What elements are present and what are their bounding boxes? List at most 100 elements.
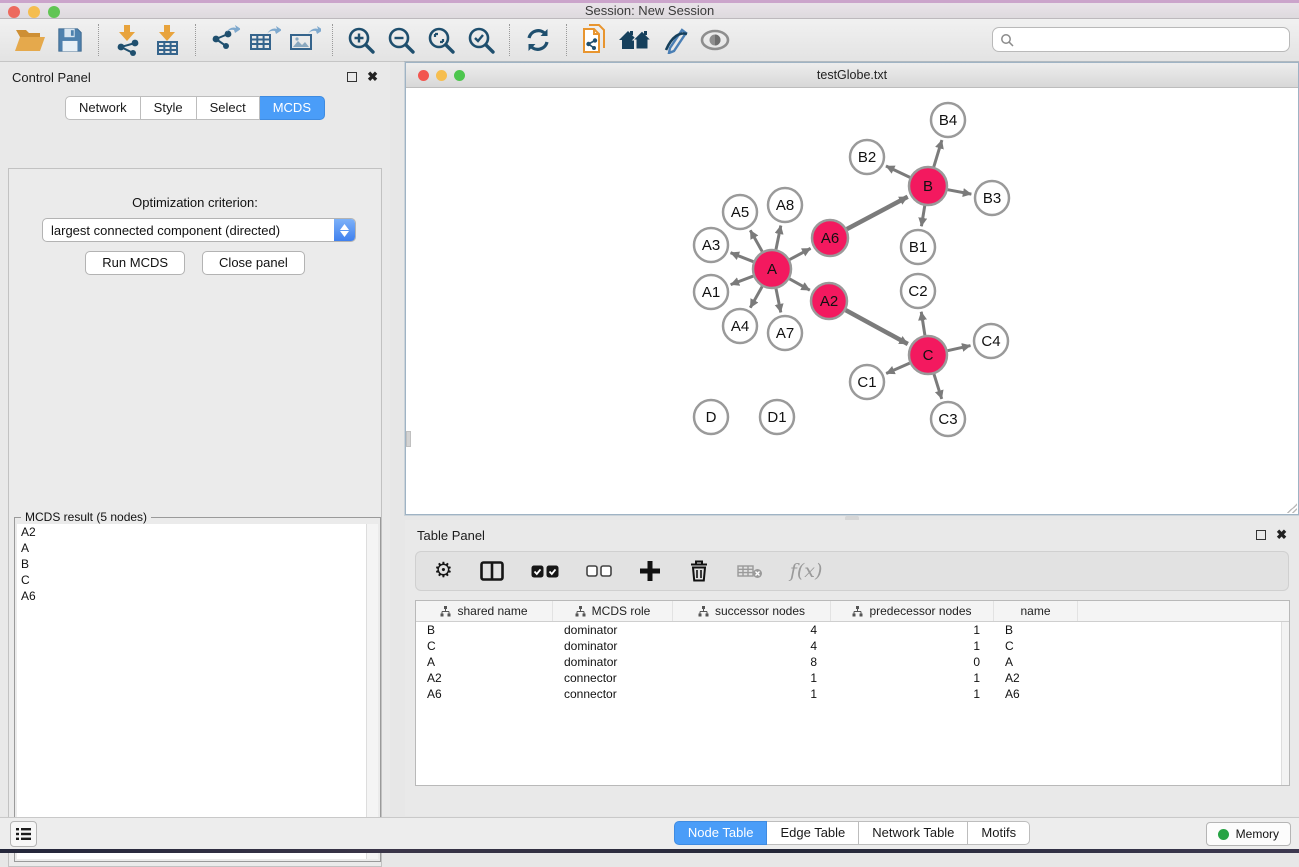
close-table-panel-icon[interactable]: ✖ <box>1276 530 1287 540</box>
mcds-result-item[interactable]: A <box>17 540 366 556</box>
hide-annotations-icon[interactable] <box>655 22 695 58</box>
node-C2[interactable]: C2 <box>901 274 935 308</box>
node-C3[interactable]: C3 <box>931 402 965 436</box>
export-network-icon[interactable] <box>204 22 244 58</box>
settings-gear-icon[interactable]: ⚙ <box>434 561 453 581</box>
table-cell[interactable]: A6 <box>994 687 1078 701</box>
split-view-icon[interactable] <box>480 561 504 581</box>
edge-B-B1[interactable] <box>921 206 924 227</box>
edge-B-B2[interactable] <box>886 166 910 177</box>
table-cell[interactable]: dominator <box>553 623 673 637</box>
table-cell[interactable]: 4 <box>673 623 831 637</box>
node-C4[interactable]: C4 <box>974 324 1008 358</box>
deselect-all-icon[interactable] <box>586 565 612 577</box>
function-builder-icon[interactable]: f(x) <box>790 560 823 582</box>
zoom-out-icon[interactable] <box>381 22 421 58</box>
edge-A-A3[interactable] <box>731 253 754 262</box>
column-header-successor-nodes[interactable]: successor nodes <box>673 601 831 621</box>
zoom-in-icon[interactable] <box>341 22 381 58</box>
criterion-dropdown[interactable]: largest connected component (directed) <box>42 218 356 242</box>
table-cell[interactable]: 1 <box>673 671 831 685</box>
edge-A-A8[interactable] <box>776 226 781 250</box>
mcds-result-list[interactable]: A2ABCA6 <box>17 524 366 859</box>
run-mcds-button[interactable]: Run MCDS <box>85 251 185 275</box>
delete-table-icon[interactable] <box>737 563 763 579</box>
table-cell[interactable]: B <box>416 623 553 637</box>
export-table-icon[interactable] <box>244 22 284 58</box>
tab-style[interactable]: Style <box>141 96 197 120</box>
refresh-icon[interactable] <box>518 22 558 58</box>
node-D1[interactable]: D1 <box>760 400 794 434</box>
column-header-name[interactable]: name <box>994 601 1078 621</box>
float-panel-icon[interactable] <box>347 72 357 82</box>
table-row[interactable]: Bdominator41B <box>416 622 1289 638</box>
table-row[interactable]: A2connector11A2 <box>416 670 1289 686</box>
tab-motifs[interactable]: Motifs <box>968 821 1030 845</box>
zoom-window-button[interactable] <box>48 6 60 18</box>
edge-A6-B[interactable] <box>847 197 908 229</box>
table-cell[interactable]: C <box>994 639 1078 653</box>
minimize-network-button[interactable] <box>436 70 447 81</box>
node-B1[interactable]: B1 <box>901 230 935 264</box>
edge-C-C4[interactable] <box>948 346 971 351</box>
table-cell[interactable]: 1 <box>673 687 831 701</box>
node-A2[interactable]: A2 <box>811 283 847 319</box>
table-cell[interactable]: 1 <box>831 639 994 653</box>
node-C[interactable]: C <box>909 336 947 374</box>
table-row[interactable]: Cdominator41C <box>416 638 1289 654</box>
table-cell[interactable]: C <box>416 639 553 653</box>
search-box[interactable] <box>992 27 1290 52</box>
node-A4[interactable]: A4 <box>723 309 757 343</box>
node-A6[interactable]: A6 <box>812 220 848 256</box>
table-cell[interactable]: A2 <box>994 671 1078 685</box>
table-scrollbar[interactable] <box>1281 622 1289 785</box>
node-B[interactable]: B <box>909 167 947 205</box>
node-A[interactable]: A <box>753 250 791 288</box>
table-cell[interactable]: A <box>416 655 553 669</box>
edge-A2-C[interactable] <box>846 310 908 344</box>
table-cell[interactable]: connector <box>553 687 673 701</box>
table-cell[interactable]: dominator <box>553 639 673 653</box>
tab-network-table[interactable]: Network Table <box>859 821 968 845</box>
zoom-network-button[interactable] <box>454 70 465 81</box>
mcds-result-scrollbar[interactable] <box>366 524 378 859</box>
tab-edge-table[interactable]: Edge Table <box>767 821 859 845</box>
edge-C-C3[interactable] <box>934 374 942 399</box>
search-input[interactable] <box>1019 30 1289 50</box>
close-panel-icon[interactable]: ✖ <box>367 72 378 82</box>
show-graphics-details-icon[interactable] <box>695 22 735 58</box>
fit-content-icon[interactable] <box>421 22 461 58</box>
tab-select[interactable]: Select <box>197 96 260 120</box>
table-cell[interactable]: 1 <box>831 687 994 701</box>
table-cell[interactable]: B <box>994 623 1078 637</box>
float-table-panel-icon[interactable] <box>1256 530 1266 540</box>
edge-A-A6[interactable] <box>790 248 811 259</box>
mcds-result-item[interactable]: A6 <box>17 588 366 604</box>
open-session-icon[interactable] <box>10 22 50 58</box>
table-row[interactable]: A6connector11A6 <box>416 686 1289 702</box>
edge-A-A7[interactable] <box>776 289 781 313</box>
node-A5[interactable]: A5 <box>723 195 757 229</box>
zoom-selected-icon[interactable] <box>461 22 501 58</box>
column-header-MCDS-role[interactable]: MCDS role <box>553 601 673 621</box>
table-cell[interactable]: 8 <box>673 655 831 669</box>
node-D[interactable]: D <box>694 400 728 434</box>
column-header-predecessor-nodes[interactable]: predecessor nodes <box>831 601 994 621</box>
close-window-button[interactable] <box>8 6 20 18</box>
edge-C-C2[interactable] <box>921 312 925 335</box>
import-table-icon[interactable] <box>147 22 187 58</box>
table-cell[interactable]: dominator <box>553 655 673 669</box>
node-C1[interactable]: C1 <box>850 365 884 399</box>
edge-A-A5[interactable] <box>750 230 762 251</box>
table-cell[interactable]: A <box>994 655 1078 669</box>
table-row[interactable]: Adominator80A <box>416 654 1289 670</box>
network-window-titlebar[interactable]: testGlobe.txt <box>406 63 1298 88</box>
save-session-icon[interactable] <box>50 22 90 58</box>
table-cell[interactable]: 1 <box>831 671 994 685</box>
table-cell[interactable]: A2 <box>416 671 553 685</box>
close-panel-button[interactable]: Close panel <box>202 251 305 275</box>
select-all-icon[interactable] <box>531 565 559 578</box>
network-resize-grip[interactable] <box>1287 503 1297 513</box>
edge-A-A2[interactable] <box>789 279 809 290</box>
export-image-icon[interactable] <box>284 22 324 58</box>
